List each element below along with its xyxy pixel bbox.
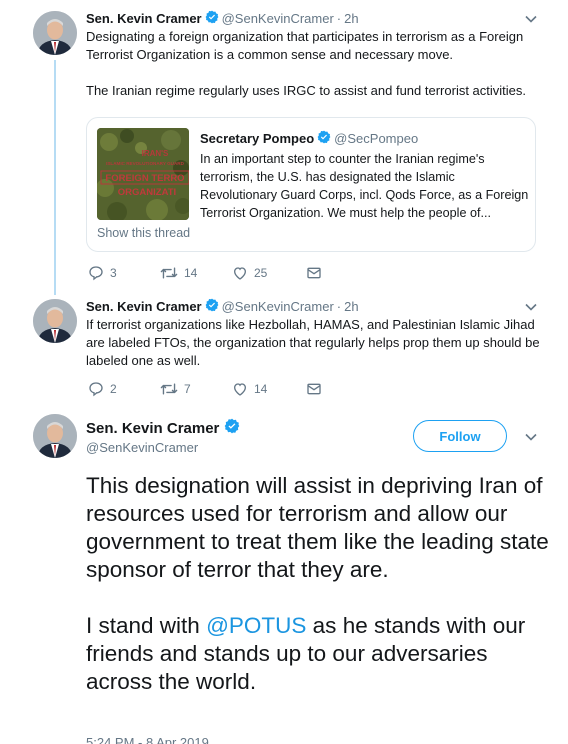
main-tweet-para-2: I stand with @POTUS as he stands with ou… — [86, 612, 556, 696]
quoted-tweet-header: Secretary Pompeo @SecPompeo — [200, 130, 418, 147]
author-handle[interactable]: @SenKevinCramer — [86, 440, 198, 455]
main-author-name-row: Sen. Kevin Cramer — [86, 418, 243, 438]
tweet-text: Designating a foreign organization that … — [86, 28, 541, 100]
image-text-1: IRAN'S — [142, 149, 169, 158]
direct-message-button[interactable] — [306, 381, 322, 397]
main-tweet-text: This designation will assist in deprivin… — [86, 472, 556, 696]
avatar[interactable] — [33, 299, 77, 343]
show-thread-link[interactable]: Show this thread — [97, 226, 190, 240]
tweet-header: Sen. Kevin Cramer @SenKevinCramer · 2h — [86, 298, 359, 315]
image-text-4: ORGANIZATI — [118, 187, 176, 198]
avatar[interactable] — [33, 11, 77, 55]
quoted-author-name[interactable]: Secretary Pompeo — [200, 131, 314, 146]
tweet-time[interactable]: 2h — [344, 299, 358, 314]
author-handle[interactable]: @SenKevinCramer — [222, 299, 334, 314]
retweet-button[interactable]: 7 — [160, 381, 232, 397]
chevron-down-icon[interactable] — [524, 12, 538, 26]
tweet-actions: 3 14 25 — [88, 265, 322, 281]
follow-button[interactable]: Follow — [413, 420, 507, 452]
reply-button[interactable]: 2 — [88, 381, 160, 397]
quoted-tweet-text: In an important step to counter the Iran… — [200, 152, 529, 220]
reply-count: 2 — [110, 382, 117, 396]
reply-icon — [88, 265, 104, 281]
mention-link[interactable]: @POTUS — [206, 613, 306, 638]
tweet-2[interactable]: Sen. Kevin Cramer @SenKevinCramer · 2h I… — [0, 290, 568, 400]
tweet-time[interactable]: 2h — [344, 11, 358, 26]
tweet-text-para-1: Designating a foreign organization that … — [86, 29, 524, 62]
quoted-tweet-image[interactable]: IRAN'S ISLAMIC REVOLUTIONARY GUARD FOREI… — [97, 128, 189, 220]
like-button[interactable]: 25 — [232, 265, 306, 281]
quoted-tweet[interactable]: IRAN'S ISLAMIC REVOLUTIONARY GUARD FOREI… — [86, 117, 536, 252]
tweet-actions: 2 7 14 — [88, 381, 322, 397]
verified-badge-icon — [205, 10, 219, 27]
separator: · — [336, 11, 342, 26]
like-button[interactable]: 14 — [232, 381, 306, 397]
heart-icon — [232, 265, 248, 281]
like-count: 14 — [254, 382, 268, 396]
para-2-text-start: I stand with — [86, 613, 207, 638]
main-tweet-para-1: This designation will assist in deprivin… — [86, 473, 549, 582]
author-name[interactable]: Sen. Kevin Cramer — [86, 420, 219, 437]
quoted-author-handle[interactable]: @SecPompeo — [334, 131, 418, 146]
reply-icon — [88, 381, 104, 397]
separator: · — [336, 299, 342, 314]
retweet-count: 14 — [184, 266, 198, 280]
envelope-icon — [306, 265, 322, 281]
verified-badge-icon — [317, 130, 331, 147]
direct-message-button[interactable] — [306, 265, 322, 281]
tweet-text: If terrorist organizations like Hezbolla… — [86, 317, 540, 368]
chevron-down-icon[interactable] — [524, 300, 538, 314]
reply-button[interactable]: 3 — [88, 265, 160, 281]
reply-count: 3 — [110, 266, 117, 280]
like-count: 25 — [254, 266, 268, 280]
envelope-icon — [306, 381, 322, 397]
chevron-down-icon[interactable] — [524, 430, 538, 444]
image-text-3: FOREIGN TERRO — [105, 173, 184, 184]
image-text-2: ISLAMIC REVOLUTIONARY GUARD — [106, 161, 185, 166]
author-handle[interactable]: @SenKevinCramer — [222, 11, 334, 26]
verified-badge-icon — [224, 418, 240, 438]
verified-badge-icon — [205, 298, 219, 315]
avatar[interactable] — [33, 414, 77, 458]
main-tweet-timestamp[interactable]: 5:24 PM - 8 Apr 2019 — [86, 735, 209, 744]
heart-icon — [232, 381, 248, 397]
retweet-count: 7 — [184, 382, 191, 396]
author-name[interactable]: Sen. Kevin Cramer — [86, 299, 202, 314]
tweet-1[interactable]: Sen. Kevin Cramer @SenKevinCramer · 2h D… — [0, 0, 568, 290]
tweet-text-para-2: The Iranian regime regularly uses IRGC t… — [86, 83, 527, 98]
tweet-header: Sen. Kevin Cramer @SenKevinCramer · 2h — [86, 10, 359, 27]
retweet-icon — [160, 265, 178, 281]
author-name[interactable]: Sen. Kevin Cramer — [86, 11, 202, 26]
retweet-button[interactable]: 14 — [160, 265, 232, 281]
retweet-icon — [160, 381, 178, 397]
